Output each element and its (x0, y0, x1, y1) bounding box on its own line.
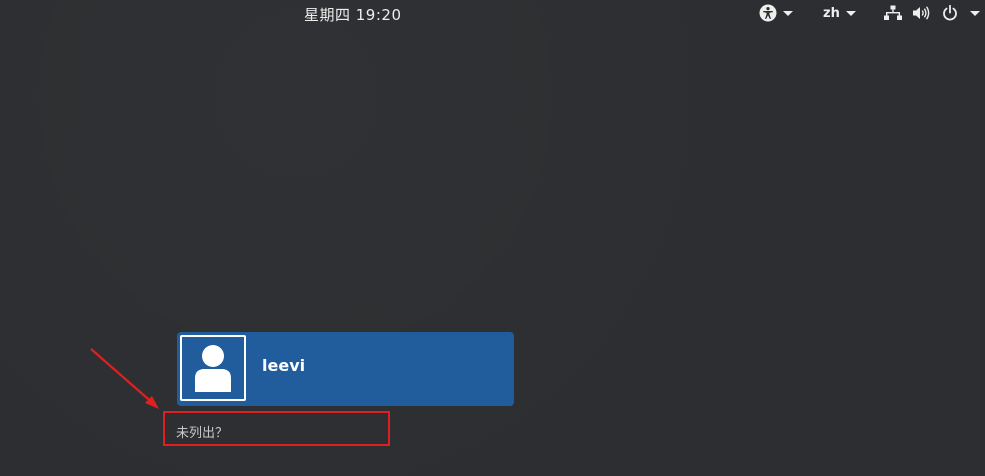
chevron-down-icon (970, 10, 980, 16)
clock[interactable]: 星期四 19:20 (304, 4, 402, 25)
annotation-arrow-icon (90, 348, 159, 409)
volume-icon (912, 5, 930, 21)
chevron-down-icon (845, 10, 856, 16)
user-list-item[interactable]: leevi (177, 332, 514, 406)
system-menu[interactable] (884, 3, 980, 23)
user-name: leevi (262, 356, 306, 375)
language-label: zh (823, 5, 840, 21)
accessibility-icon (759, 4, 777, 22)
accessibility-menu[interactable] (759, 3, 793, 23)
chevron-down-icon (783, 10, 793, 16)
annotation-highlight-box (163, 411, 390, 446)
language-menu[interactable]: zh (823, 3, 856, 23)
network-wired-icon (884, 5, 902, 21)
user-avatar-icon (195, 345, 231, 392)
top-bar: 星期四 19:20 zh (0, 0, 985, 28)
power-icon (942, 5, 958, 21)
avatar (180, 335, 246, 401)
